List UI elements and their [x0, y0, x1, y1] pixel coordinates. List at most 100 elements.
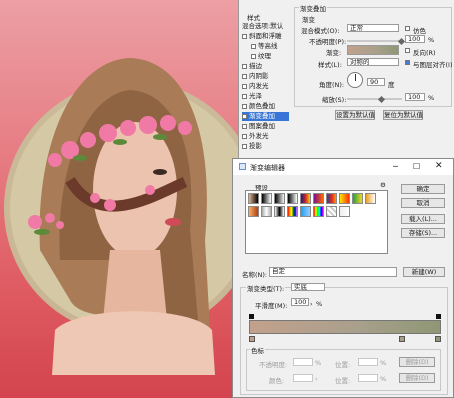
checkbox-icon[interactable]: [242, 93, 247, 99]
checkbox-icon[interactable]: [242, 103, 247, 109]
angle-value: 90: [370, 78, 379, 86]
style-item-gradient-overlay[interactable]: 渐变叠加: [242, 112, 289, 121]
reverse-checkbox[interactable]: [405, 48, 410, 53]
checkbox-icon[interactable]: [242, 83, 247, 89]
preset-swatch[interactable]: [300, 193, 311, 204]
style-item-pattern-overlay[interactable]: 图案叠加: [242, 122, 289, 131]
style-item-label: 斜面和浮雕: [249, 32, 282, 40]
checkbox-icon[interactable]: [242, 73, 247, 79]
close-icon[interactable]: ✕: [435, 161, 443, 171]
preset-swatch[interactable]: [261, 193, 272, 204]
style-item-contour[interactable]: 等高线: [251, 42, 298, 51]
style-item-label: 纹理: [258, 52, 271, 60]
preset-swatch[interactable]: [274, 206, 285, 217]
preset-swatch[interactable]: [300, 206, 311, 217]
checkbox-icon[interactable]: [242, 63, 247, 69]
style-select[interactable]: 对称的: [347, 58, 399, 66]
smoothness-value: 100: [294, 298, 307, 306]
name-input[interactable]: 自定: [269, 267, 397, 277]
style-item-drop-shadow[interactable]: 投影: [242, 142, 289, 151]
type-label: 渐变类型(T):: [246, 283, 286, 293]
checkbox-icon[interactable]: [242, 143, 247, 149]
checkbox-checked-icon[interactable]: [242, 113, 247, 119]
stop-opacity-unit: %: [315, 359, 322, 367]
preset-swatch[interactable]: [365, 193, 376, 204]
checkbox-icon[interactable]: [242, 123, 247, 129]
maximize-icon[interactable]: ☐: [413, 162, 420, 171]
checkbox-icon[interactable]: [251, 43, 256, 49]
angle-needle: [355, 74, 356, 81]
scale-slider[interactable]: [347, 98, 402, 100]
angle-unit: 度: [388, 81, 395, 89]
preset-swatch[interactable]: [274, 193, 285, 204]
set-default-button[interactable]: 设置为默认值: [335, 110, 375, 120]
reset-default-button[interactable]: 复位为默认值: [383, 110, 423, 120]
gradient-bar[interactable]: [249, 320, 441, 334]
preset-swatch[interactable]: [339, 206, 350, 217]
angle-input[interactable]: 90: [367, 78, 385, 86]
minimize-icon[interactable]: ─: [393, 162, 398, 171]
preset-swatch[interactable]: [326, 206, 337, 217]
preset-swatch[interactable]: [248, 193, 259, 204]
preset-swatch[interactable]: [287, 206, 298, 217]
style-item-satin[interactable]: 光泽: [242, 92, 289, 101]
preset-swatch[interactable]: [326, 193, 337, 204]
opacity-stop-left[interactable]: [249, 314, 254, 319]
color-stop-right[interactable]: [435, 336, 441, 342]
preset-swatch[interactable]: [287, 193, 298, 204]
scale-input[interactable]: 100: [405, 93, 425, 101]
opacity-slider[interactable]: [347, 40, 402, 42]
opacity-unit: %: [428, 36, 435, 44]
style-item-label: 图案叠加: [249, 122, 275, 130]
preset-swatch[interactable]: [313, 206, 324, 217]
gradient-preview[interactable]: [347, 45, 399, 55]
style-item-blend-options[interactable]: 混合选项:默认: [242, 22, 289, 31]
type-select[interactable]: 实底: [291, 283, 325, 291]
save-button[interactable]: 存储(S)...: [401, 228, 445, 238]
delete-opacity-stop-button[interactable]: 删除(D): [399, 357, 435, 367]
style-label: 样式(L):: [318, 61, 342, 69]
gradient-label: 渐变:: [326, 49, 342, 57]
gear-icon[interactable]: ⚙: [380, 181, 386, 189]
blend-mode-select[interactable]: 正常: [347, 24, 399, 32]
checkbox-icon[interactable]: [251, 53, 256, 59]
preset-swatch[interactable]: [352, 193, 363, 204]
stop-opacity-input[interactable]: [293, 358, 313, 366]
color-stop-mid[interactable]: [399, 336, 405, 342]
opacity-label: 不透明度(P):: [309, 38, 347, 46]
load-button[interactable]: 载入(L)...: [401, 214, 445, 224]
preset-swatch[interactable]: [248, 206, 259, 217]
smoothness-input[interactable]: 100: [291, 298, 309, 306]
ok-button[interactable]: 确定: [401, 184, 445, 194]
style-item-bevel-emboss[interactable]: 斜面和浮雕: [242, 32, 289, 41]
stop-color-swatch[interactable]: [293, 374, 313, 382]
stop-location-input[interactable]: [358, 358, 378, 366]
preset-swatch[interactable]: [261, 206, 272, 217]
new-button[interactable]: 新建(W): [403, 267, 445, 277]
smoothness-dropdown-icon[interactable]: ›: [310, 300, 313, 308]
preset-swatch[interactable]: [313, 193, 324, 204]
style-item-label: 等高线: [258, 42, 278, 50]
color-stop-left[interactable]: [249, 336, 255, 342]
stop-color-location-input[interactable]: [358, 374, 378, 382]
dither-checkbox[interactable]: [405, 26, 410, 31]
checkbox-icon[interactable]: [242, 133, 247, 139]
style-item-inner-shadow[interactable]: 内阴影: [242, 72, 289, 81]
opacity-stop-right[interactable]: [436, 314, 441, 319]
angle-dial[interactable]: [347, 72, 363, 88]
delete-color-stop-button[interactable]: 删除(D): [399, 373, 435, 383]
style-item-inner-glow[interactable]: 内发光: [242, 82, 289, 91]
cancel-button[interactable]: 取消: [401, 198, 445, 208]
style-item-color-overlay[interactable]: 颜色叠加: [242, 102, 289, 111]
align-checkbox[interactable]: [405, 60, 410, 65]
preset-swatch[interactable]: [339, 193, 350, 204]
style-item-stroke[interactable]: 描边: [242, 62, 289, 71]
stops-label: 色标: [250, 345, 265, 355]
style-item-texture[interactable]: 纹理: [251, 52, 298, 61]
opacity-input[interactable]: 100: [405, 35, 425, 43]
stop-color-location-unit: %: [380, 375, 387, 383]
app-icon: [239, 163, 246, 170]
gradient-editor-dialog: 渐变编辑器 ─ ☐ ✕ 预设 ⚙ 确定 取消 载入(L)... 存储(S)...…: [232, 158, 454, 398]
checkbox-icon[interactable]: [242, 33, 247, 39]
style-item-outer-glow[interactable]: 外发光: [242, 132, 289, 141]
